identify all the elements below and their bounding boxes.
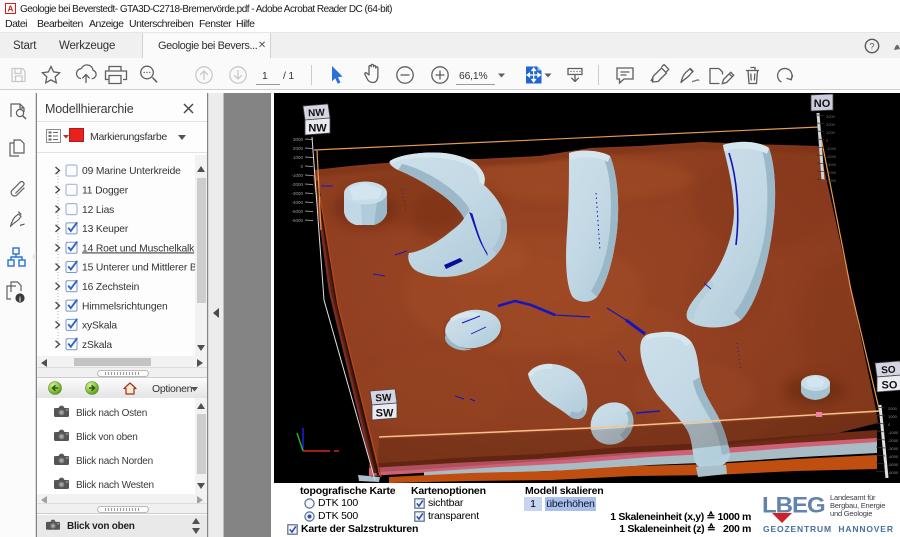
svg-text:Blick nach Osten: Blick nach Osten [76,408,147,419]
svg-text:1: 1 [262,71,268,82]
svg-text:/ 1: / 1 [283,71,294,82]
svg-text:i: i [19,295,21,303]
svg-text:SW: SW [376,408,394,420]
svg-text:-3000: -3000 [291,191,303,196]
svg-text:1000: 1000 [888,414,898,419]
svg-text:14 Roet und Muschelkalk: 14 Roet und Muschelkalk [82,243,195,254]
svg-text:SO: SO [881,365,896,377]
svg-text:-1000: -1000 [291,173,303,178]
svg-text:12 Lias: 12 Lias [82,205,114,216]
svg-text:-4000: -4000 [888,454,899,459]
svg-text:2000: 2000 [888,406,898,411]
svg-text:NO: NO [814,98,831,110]
svg-text:3000: 3000 [293,137,304,142]
svg-text:-6000: -6000 [888,470,899,475]
svg-text:-6000: -6000 [291,218,303,223]
svg-text:-2000: -2000 [888,438,899,443]
svg-text:15 Unterer und Mittlerer Bur: 15 Unterer und Mittlerer Bur [82,263,195,274]
svg-text:NW: NW [308,123,327,135]
svg-text:A: A [8,5,14,14]
svg-text:-4000: -4000 [291,200,303,205]
svg-text:-2000: -2000 [826,154,837,159]
svg-text:-2000: -2000 [291,182,303,187]
svg-text:Blick nach Westen: Blick nach Westen [76,480,154,491]
svg-text:66,1%: 66,1% [459,71,487,82]
svg-text:NW: NW [308,108,326,120]
svg-text:1000: 1000 [293,155,304,160]
svg-text:?: ? [869,41,874,51]
svg-text:13 Keuper: 13 Keuper [82,224,129,235]
svg-text:-5000: -5000 [826,178,837,183]
svg-text:Blick nach Norden: Blick nach Norden [76,456,153,467]
svg-text:1000: 1000 [826,130,836,135]
svg-text:Blick von oben: Blick von oben [76,432,138,443]
svg-text:-3000: -3000 [888,446,899,451]
svg-text:-4000: -4000 [826,170,837,175]
svg-text:Himmelsrichtungen: Himmelsrichtungen [82,301,168,312]
svg-text:2000: 2000 [293,146,304,151]
svg-text:16 Zechstein: 16 Zechstein [82,282,140,293]
svg-text:09 Marine Unterkreide: 09 Marine Unterkreide [82,166,181,177]
svg-text:-1000: -1000 [888,430,899,435]
svg-text:-5000: -5000 [291,209,303,214]
svg-text:SW: SW [375,393,392,405]
svg-text:11 Dogger: 11 Dogger [82,186,129,197]
svg-text:SO: SO [882,380,898,392]
svg-text:-1000: -1000 [826,146,837,151]
svg-text:zSkala: zSkala [82,340,112,351]
svg-text:3000: 3000 [826,114,836,119]
svg-text:-5000: -5000 [888,462,899,467]
svg-text:-3000: -3000 [826,162,837,167]
svg-text:2000: 2000 [826,122,836,127]
svg-text:xySkala: xySkala [82,321,117,332]
